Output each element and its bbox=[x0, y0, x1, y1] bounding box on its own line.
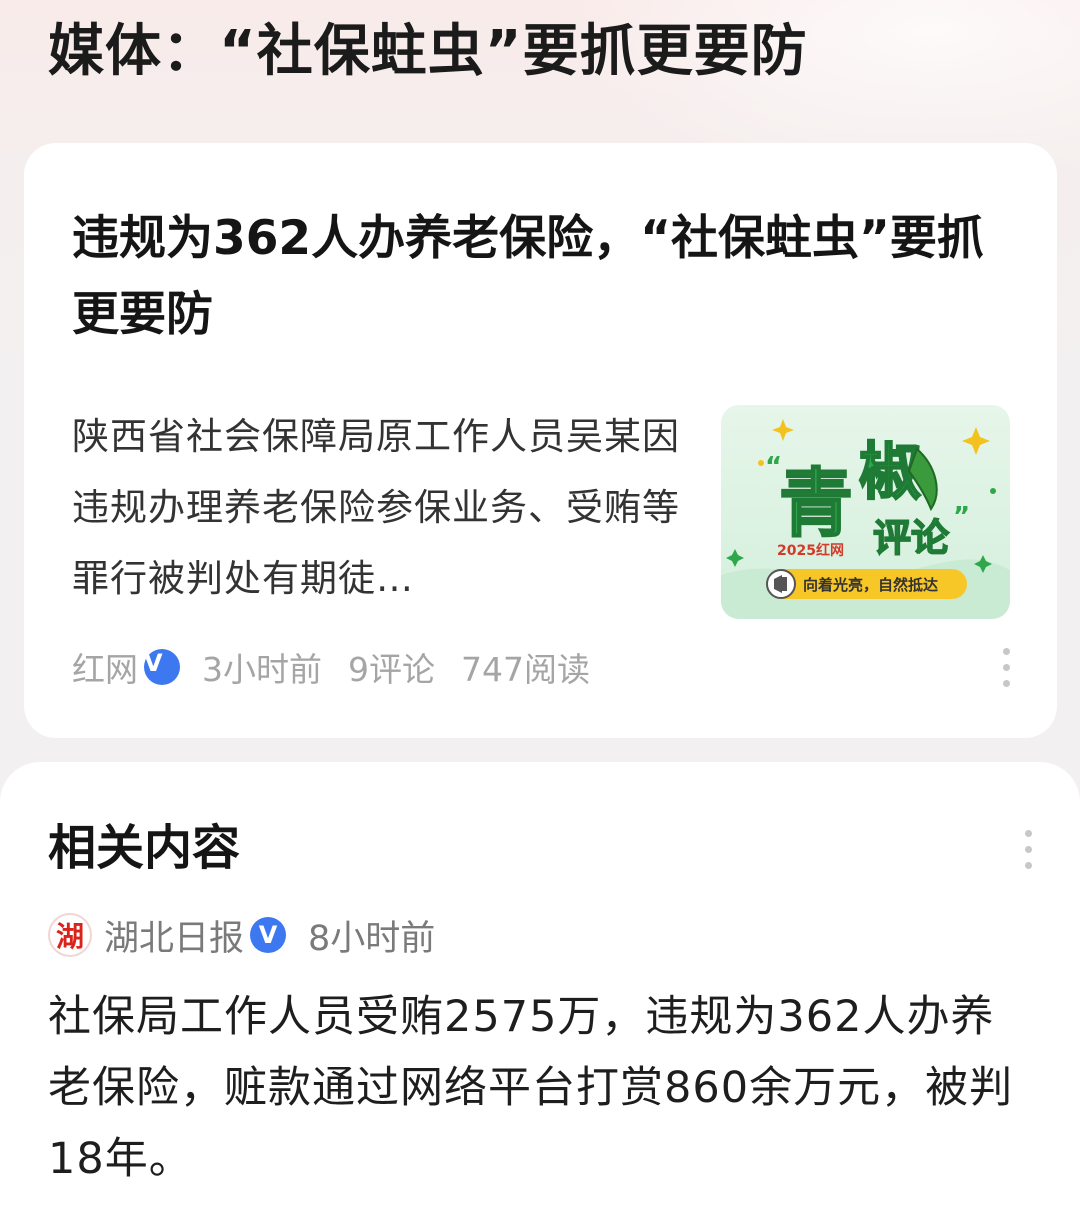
related-title: 相关内容 bbox=[48, 820, 241, 876]
hubei-daily-logo-icon[interactable]: 湖 bbox=[48, 913, 92, 957]
article-source[interactable]: 红网 bbox=[72, 643, 138, 691]
verified-v-icon: V bbox=[144, 649, 180, 685]
article-reads: 747阅读 bbox=[461, 650, 590, 689]
article-meta: 红网 V 3小时前 9评论 747阅读 bbox=[72, 639, 590, 695]
article-thumbnail[interactable]: “ ” 青 椒 评论 2025红网 向着光亮，自然抵达 bbox=[721, 405, 1010, 619]
page-title: 媒体：“社保蛀虫”要抓更要防 bbox=[48, 19, 808, 84]
related-article-text[interactable]: 社保局工作人员受贿2575万，违规为362人办养老保险，赃款通过网络平台打赏86… bbox=[48, 982, 1038, 1195]
thumb-slogan: 向着光亮，自然抵达 bbox=[803, 576, 938, 594]
article-card[interactable]: 违规为362人办养老保险，“社保蛀虫”要抓更要防 陕西省社会保障局原工作人员吴某… bbox=[24, 143, 1057, 738]
article-more-icon[interactable] bbox=[996, 648, 1016, 687]
related-source[interactable]: 湖北日报 bbox=[104, 910, 244, 961]
related-more-icon[interactable] bbox=[1018, 830, 1038, 869]
thumb-big-char-qing: 青 bbox=[779, 461, 853, 547]
article-comments[interactable]: 9评论 bbox=[348, 643, 435, 691]
article-summary[interactable]: 陕西省社会保障局原工作人员吴某因违规办理养老保险参保业务、受贿等罪行被判处有期徒… bbox=[72, 401, 682, 614]
article-headline[interactable]: 违规为362人办养老保险，“社保蛀虫”要抓更要防 bbox=[72, 201, 1002, 353]
related-section: 相关内容 湖 湖北日报 V 8小时前 社保局工作人员受贿2575万，违规为362… bbox=[0, 762, 1080, 1232]
related-time: 8小时前 bbox=[308, 918, 436, 959]
verified-v-icon: V bbox=[250, 917, 287, 953]
qingjiao-comment-image: “ ” 青 椒 评论 2025红网 向着光亮，自然抵达 bbox=[721, 405, 1010, 619]
article-time: 3小时前 bbox=[202, 650, 322, 689]
related-source-row: 湖 湖北日报 V 8小时前 bbox=[48, 910, 435, 960]
thumb-small-title: 评论 bbox=[873, 516, 950, 560]
thumb-tag: 2025红网 bbox=[777, 542, 844, 559]
svg-text:”: ” bbox=[953, 502, 970, 532]
